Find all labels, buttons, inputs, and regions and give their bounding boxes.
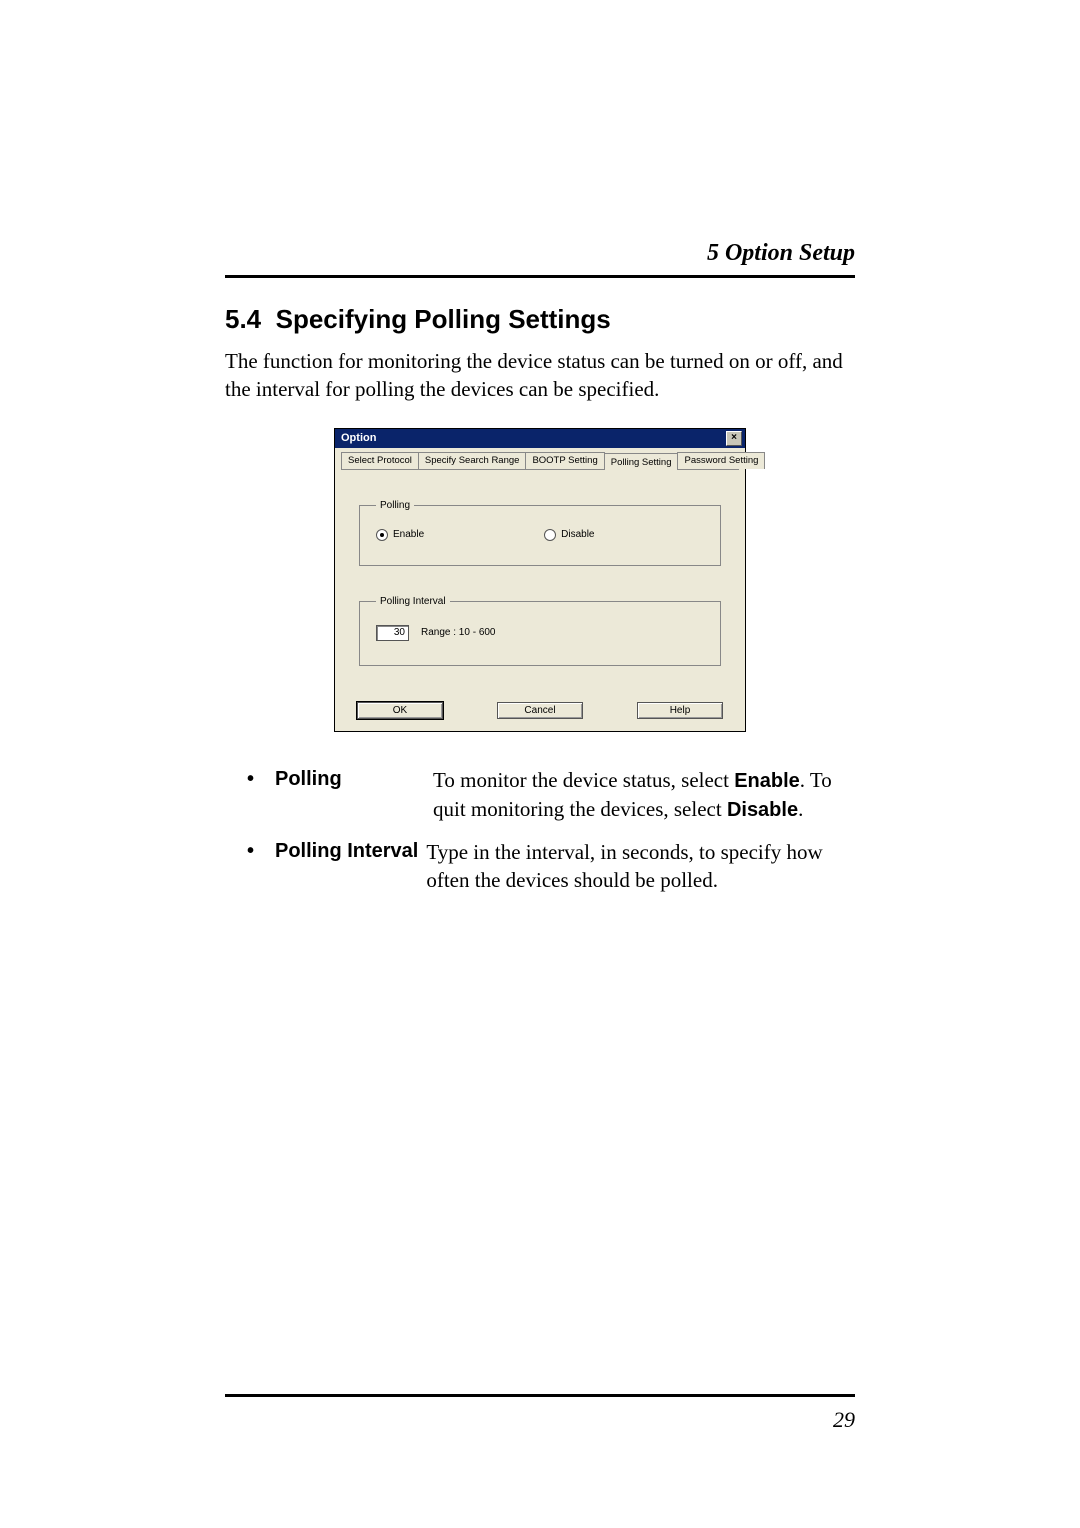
def-polling-desc: To monitor the device status, select Ena… [433, 766, 855, 824]
polling-disable-label: Disable [561, 529, 594, 540]
tab-select-protocol[interactable]: Select Protocol [341, 452, 419, 469]
tab-password-setting[interactable]: Password Setting [677, 452, 765, 469]
document-page: 5 Option Setup 5.4 Specifying Polling Se… [0, 0, 1080, 1528]
def-polling-enable: Enable [734, 770, 800, 792]
radio-icon [376, 529, 388, 541]
def-polling: • Polling To monitor the device status, … [225, 766, 855, 824]
def-interval-desc: Type in the interval, in seconds, to spe… [426, 838, 855, 895]
dialog-button-row: OK Cancel Help [341, 696, 739, 723]
polling-legend: Polling [376, 500, 414, 511]
tab-specify-search-range[interactable]: Specify Search Range [418, 452, 527, 469]
dialog-titlebar: Option × [335, 429, 745, 448]
dialog-body: Select Protocol Specify Search Range BOO… [335, 448, 745, 731]
section-number: 5.4 [225, 304, 261, 334]
radio-icon [544, 529, 556, 541]
close-icon[interactable]: × [726, 431, 742, 446]
polling-group: Polling Enable Disable [359, 500, 721, 566]
running-head: 5 Option Setup [225, 240, 855, 267]
cancel-button[interactable]: Cancel [497, 702, 583, 719]
def-interval-term: Polling Interval [275, 838, 418, 895]
dialog-screenshot: Option × Select Protocol Specify Search … [225, 428, 855, 732]
ok-button[interactable]: OK [357, 702, 443, 719]
tab-bootp-setting[interactable]: BOOTP Setting [525, 452, 604, 469]
def-polling-disable: Disable [727, 799, 798, 821]
polling-interval-input[interactable]: 30 [376, 625, 409, 641]
section-title: 5.4 Specifying Polling Settings [225, 304, 855, 335]
polling-interval-range: Range : 10 - 600 [421, 627, 496, 638]
dialog-tabs: Select Protocol Specify Search Range BOO… [341, 452, 739, 470]
polling-interval-row: 30 Range : 10 - 600 [376, 625, 704, 641]
section-intro: The function for monitoring the device s… [225, 347, 855, 404]
help-button[interactable]: Help [637, 702, 723, 719]
polling-enable-label: Enable [393, 529, 424, 540]
page-footer: 29 [225, 1394, 855, 1433]
section-heading: Specifying Polling Settings [276, 304, 611, 334]
header-rule [225, 275, 855, 278]
page-number: 29 [225, 1407, 855, 1433]
tab-polling-setting[interactable]: Polling Setting [604, 453, 679, 470]
def-polling-term: Polling [275, 766, 433, 824]
polling-radio-row: Enable Disable [376, 529, 704, 541]
dialog-title: Option [341, 432, 376, 444]
footer-rule [225, 1394, 855, 1397]
polling-interval-legend: Polling Interval [376, 596, 450, 607]
bullet-icon: • [225, 766, 275, 824]
def-polling-text-1: To monitor the device status, select [433, 768, 734, 792]
def-polling-interval: • Polling Interval Type in the interval,… [225, 838, 855, 895]
polling-disable-option[interactable]: Disable [544, 529, 594, 541]
definition-list: • Polling To monitor the device status, … [225, 766, 855, 895]
polling-interval-group: Polling Interval 30 Range : 10 - 600 [359, 596, 721, 666]
polling-enable-option[interactable]: Enable [376, 529, 424, 541]
bullet-icon: • [225, 838, 275, 895]
def-polling-text-3: . [798, 797, 803, 821]
option-dialog: Option × Select Protocol Specify Search … [334, 428, 746, 732]
